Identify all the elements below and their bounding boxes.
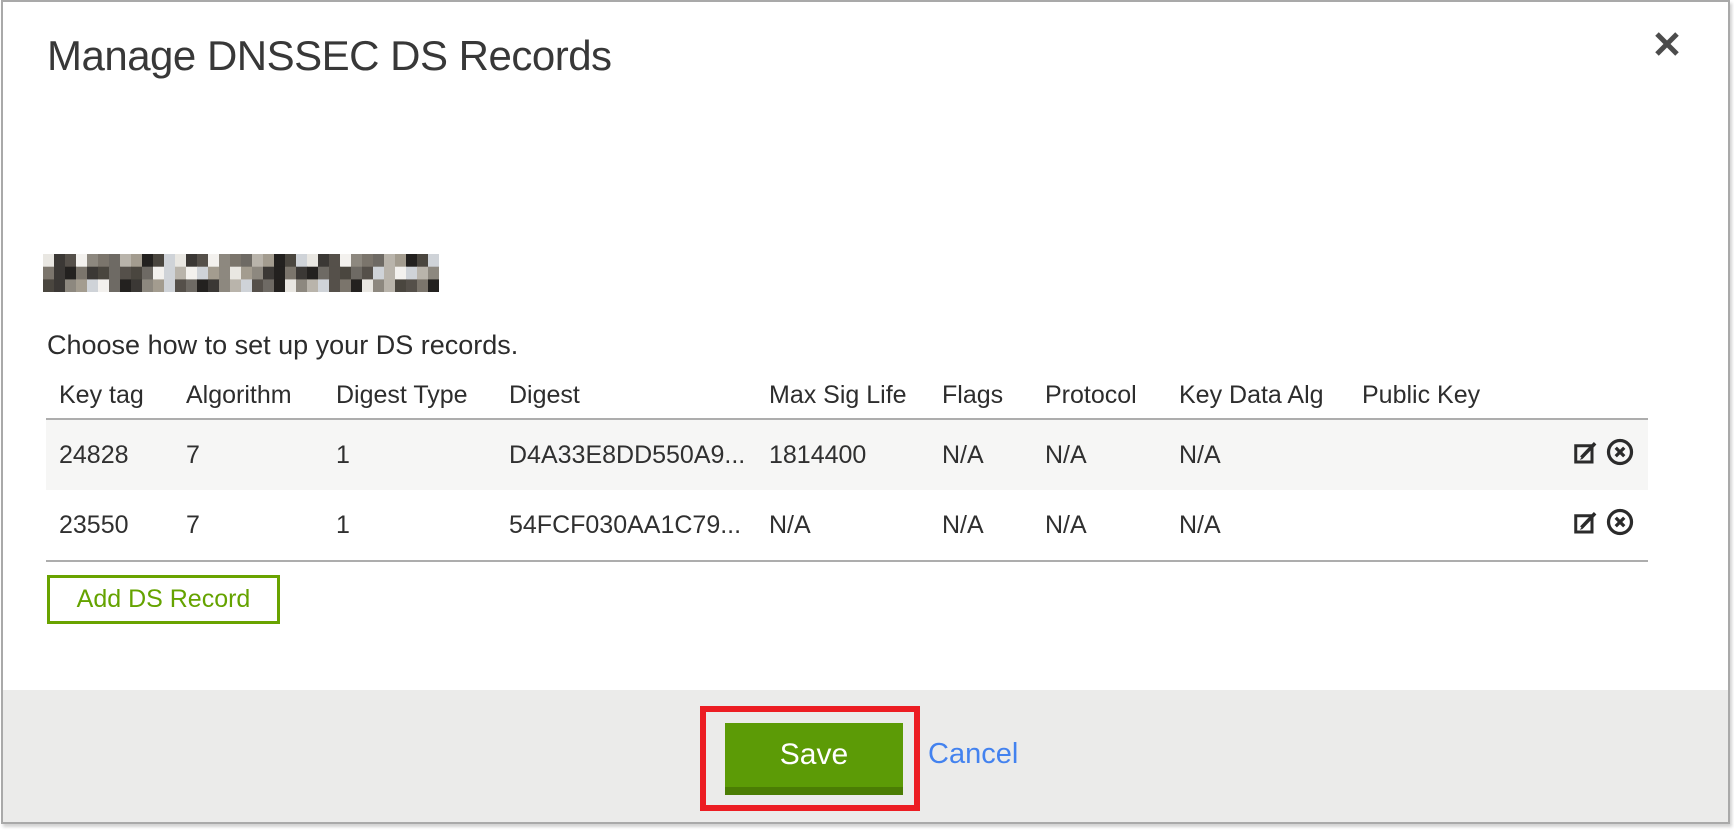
cell-key-tag: 23550 [59,511,186,540]
col-header-public-key: Public Key [1362,381,1545,410]
ds-record-row: 24828 7 1 D4A33E8DD550A9... 1814400 N/A … [46,420,1648,490]
col-header-key-data-alg: Key Data Alg [1179,381,1362,410]
delete-record-button[interactable] [1604,439,1636,471]
redacted-domain-name [43,254,439,292]
save-button[interactable]: Save [725,723,903,795]
edit-record-button[interactable] [1571,439,1603,471]
cell-digest: D4A33E8DD550A9... [509,441,769,470]
cell-protocol: N/A [1045,441,1179,470]
cell-algorithm: 7 [186,441,336,470]
cell-max-sig-life: N/A [769,511,942,540]
close-button[interactable] [1647,26,1687,66]
dialog-title: Manage DNSSEC DS Records [47,32,612,80]
cell-key-data-alg: N/A [1179,511,1362,540]
col-header-digest: Digest [509,381,769,410]
edit-record-button[interactable] [1571,509,1603,541]
ds-record-row: 23550 7 1 54FCF030AA1C79... N/A N/A N/A … [46,490,1648,560]
col-header-flags: Flags [942,381,1045,410]
col-header-key-tag: Key tag [59,381,186,410]
edit-icon [1572,507,1602,544]
cell-key-tag: 24828 [59,441,186,470]
col-header-algorithm: Algorithm [186,381,336,410]
table-header-row: Key tag Algorithm Digest Type Digest Max… [46,372,1648,418]
manage-dnssec-dialog: Manage DNSSEC DS Records Choose how to s… [1,0,1730,824]
cell-digest: 54FCF030AA1C79... [509,511,769,540]
cell-algorithm: 7 [186,511,336,540]
col-header-protocol: Protocol [1045,381,1179,410]
dialog-footer: Save Cancel [3,690,1728,822]
add-ds-record-button[interactable]: Add DS Record [47,575,280,624]
close-icon [1652,29,1682,64]
cell-digest-type: 1 [336,441,509,470]
intro-text: Choose how to set up your DS records. [47,330,518,361]
remove-circle-icon [1605,437,1635,474]
ds-records-table: Key tag Algorithm Digest Type Digest Max… [46,372,1648,562]
cell-protocol: N/A [1045,511,1179,540]
cancel-link[interactable]: Cancel [928,738,1018,771]
col-header-max-sig-life: Max Sig Life [769,381,942,410]
red-annotation-highlight: Save [700,706,920,811]
cell-key-data-alg: N/A [1179,441,1362,470]
cell-digest-type: 1 [336,511,509,540]
delete-record-button[interactable] [1604,509,1636,541]
col-header-digest-type: Digest Type [336,381,509,410]
remove-circle-icon [1605,507,1635,544]
edit-icon [1572,437,1602,474]
cell-flags: N/A [942,511,1045,540]
cell-max-sig-life: 1814400 [769,441,942,470]
cell-flags: N/A [942,441,1045,470]
